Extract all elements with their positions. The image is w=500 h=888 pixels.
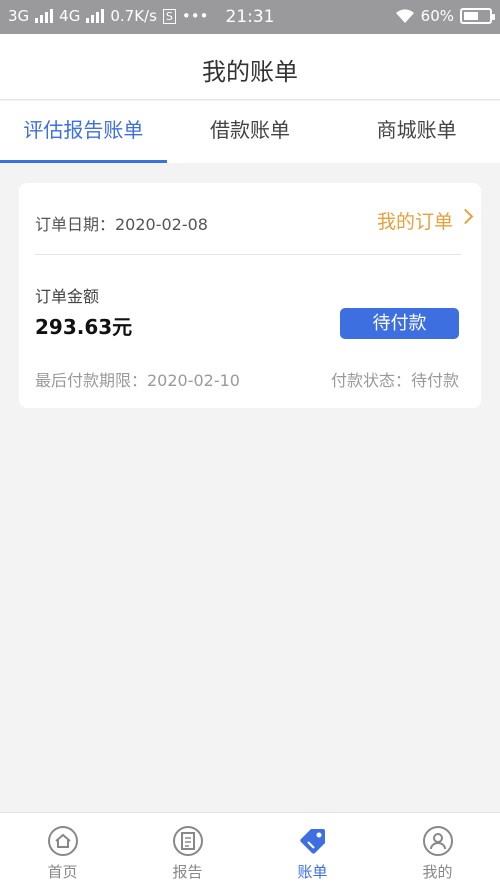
payment-deadline: 最后付款期限：2020-02-10 [35,371,240,390]
pay-button[interactable]: 待付款 [340,308,459,339]
my-order-link[interactable]: 我的订单 [377,207,453,234]
tab-assessment-bill[interactable]: 评估报告账单 [0,101,167,163]
wifi-icon [395,9,414,23]
nav-label-home: 首页 [47,863,78,881]
payment-status: 付款状态：待付款 [330,371,459,390]
nav-report[interactable]: 报告 [125,813,250,888]
battery-percent: 60% [420,7,454,25]
battery-icon [460,8,495,24]
nav-label-report: 报告 [172,863,203,881]
nav-home[interactable]: 首页 [0,813,125,888]
status-right: 60% [395,7,495,25]
tab-bar: 评估报告账单 借款账单 商城账单 [0,101,500,163]
report-icon [172,826,203,856]
bill-tag-icon [299,829,325,854]
header: 我的账单 [0,34,500,100]
watermark-logo [338,840,500,888]
order-date: 订单日期：2020-02-08 [35,215,208,234]
tab-loan-bill[interactable]: 借款账单 [167,101,334,163]
order-amount: 293.63元 [35,315,133,339]
chevron-right-icon[interactable] [457,208,474,225]
amount-label: 订单金额 [35,287,100,306]
status-bar: 3G 4G 0.7K/s S ••• 21:31 60% [0,0,500,34]
home-icon [47,826,78,856]
divider [35,254,461,255]
order-card: 订单日期：2020-02-08 我的订单 订单金额 293.63元 待付款 最后… [19,183,481,408]
page-title: 我的账单 [202,58,298,86]
tab-mall-bill[interactable]: 商城账单 [333,101,500,163]
